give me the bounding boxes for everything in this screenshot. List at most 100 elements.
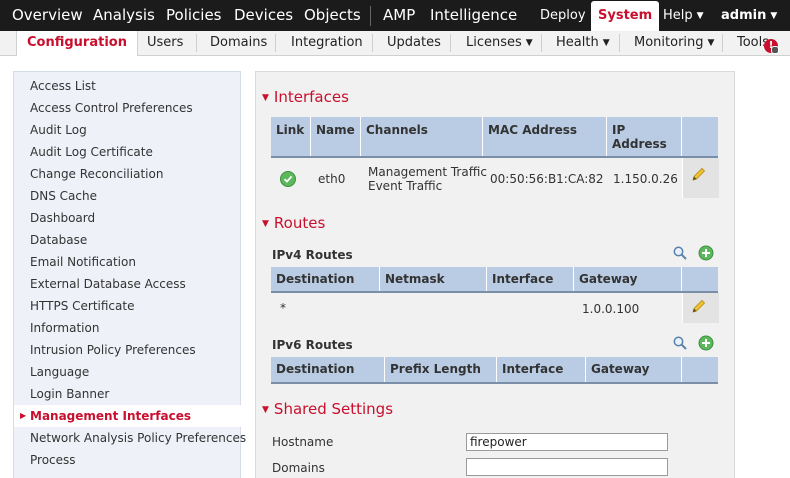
column-header-actions (682, 267, 718, 291)
nav-policies[interactable]: Policies (166, 0, 221, 31)
ipv4-routes-title: IPv4 Routes (272, 248, 353, 262)
sidebar-item-access-list[interactable]: Access List (14, 75, 240, 97)
sidebar-item-change-reconciliation[interactable]: Change Reconciliation (14, 163, 240, 185)
interface-ip-address: 1.150.0.26 (613, 172, 678, 186)
column-header-gateway: Gateway (586, 357, 682, 382)
tab-monitoring-label: Monitoring (634, 35, 704, 50)
nav-intelligence[interactable]: Intelligence (430, 0, 517, 31)
tab-monitoring[interactable]: Monitoring ▼ (634, 31, 714, 55)
tab-divider (275, 34, 276, 52)
column-header-actions (682, 117, 718, 156)
sidebar-item-dns-cache[interactable]: DNS Cache (14, 185, 240, 207)
link-up-check-icon (280, 171, 296, 187)
domains-label: Domains (272, 461, 325, 475)
sidebar-item-label: Management Interfaces (30, 409, 192, 423)
add-icon[interactable] (698, 335, 714, 351)
ipv4-route-row: * 1.0.0.100 (271, 293, 719, 323)
search-icon[interactable] (672, 245, 688, 261)
column-header-ip-address: IP Address (607, 117, 682, 156)
chevron-down-icon: ▼ (602, 38, 610, 48)
tab-users[interactable]: Users (147, 31, 183, 55)
help-menu[interactable]: Help ▼ (663, 0, 704, 31)
ipv6-routes-table-header: Destination Prefix Length Interface Gate… (271, 357, 718, 384)
sidebar-item-audit-log-certificate[interactable]: Audit Log Certificate (14, 141, 240, 163)
sidebar-item-email-notification[interactable]: Email Notification (14, 251, 240, 273)
interfaces-table-row: eth0 Management Traffic Event Traffic 00… (271, 158, 719, 198)
nav-amp[interactable]: AMP (383, 0, 415, 31)
sidebar-item-database[interactable]: Database (14, 229, 240, 251)
add-icon[interactable] (698, 245, 714, 261)
interface-channel: Event Traffic (368, 179, 443, 193)
sidebar-item-language[interactable]: Language (14, 361, 240, 383)
interfaces-section-toggle[interactable]: ▼ Interfaces (262, 88, 349, 106)
deploy-button[interactable]: Deploy (540, 0, 586, 31)
sidebar: Access List Access Control Preferences A… (13, 71, 246, 478)
nav-analysis[interactable]: Analysis (93, 0, 155, 31)
shared-settings-section-toggle[interactable]: ▼ Shared Settings (262, 400, 393, 418)
sidebar-item-process[interactable]: Process (14, 449, 240, 471)
collapse-triangle-icon: ▼ (262, 405, 269, 415)
route-gateway: 1.0.0.100 (582, 302, 640, 316)
column-header-mac-address: MAC Address (483, 117, 607, 156)
tab-licenses[interactable]: Licenses ▼ (466, 31, 533, 55)
column-header-link: Link (271, 117, 311, 156)
chevron-down-icon: ▼ (525, 38, 533, 48)
hostname-label: Hostname (272, 435, 334, 449)
shared-settings-title: Shared Settings (273, 400, 394, 418)
search-icon[interactable] (672, 335, 688, 351)
nav-objects[interactable]: Objects (304, 0, 361, 31)
top-navigation-bar: Overview Analysis Policies Devices Objec… (0, 0, 790, 31)
sidebar-item-management-interfaces[interactable]: ▶ Management Interfaces (14, 405, 241, 427)
sidebar-item-information[interactable]: Information (14, 317, 240, 339)
user-menu[interactable]: admin ▼ (721, 0, 777, 31)
nav-devices[interactable]: Devices (234, 0, 293, 31)
alert-badge-icon[interactable]: ! (764, 39, 779, 54)
interfaces-title: Interfaces (273, 88, 349, 106)
sidebar-item-audit-log[interactable]: Audit Log (14, 119, 240, 141)
tab-divider (450, 34, 451, 52)
edit-interface-button[interactable] (682, 158, 719, 198)
column-header-destination: Destination (271, 357, 385, 382)
nav-system[interactable]: System (591, 1, 660, 31)
column-header-prefix-length: Prefix Length (385, 357, 497, 382)
interface-mac-address: 00:50:56:B1:CA:82 (490, 172, 604, 186)
edit-route-button[interactable] (682, 293, 719, 323)
column-header-channels: Channels (361, 117, 483, 156)
tab-health-label: Health (556, 35, 599, 50)
hostname-input[interactable]: firepower (466, 433, 668, 451)
collapse-triangle-icon: ▼ (262, 93, 269, 103)
sidebar-item-login-banner[interactable]: Login Banner (14, 383, 240, 405)
tab-domains[interactable]: Domains (210, 31, 267, 55)
sidebar-item-external-database-access[interactable]: External Database Access (14, 273, 240, 295)
pencil-icon (692, 299, 706, 313)
routes-section-toggle[interactable]: ▼ Routes (262, 214, 325, 232)
interface-name: eth0 (318, 172, 346, 186)
tab-licenses-label: Licenses (466, 35, 522, 50)
domains-input[interactable] (466, 458, 668, 476)
tab-updates[interactable]: Updates (387, 31, 441, 55)
tab-divider (372, 34, 373, 52)
column-header-netmask: Netmask (380, 267, 487, 291)
tab-health[interactable]: Health ▼ (556, 31, 610, 55)
chevron-down-icon: ▼ (707, 38, 715, 48)
tab-integration[interactable]: Integration (291, 31, 363, 55)
ipv4-routes-table-header: Destination Netmask Interface Gateway (271, 267, 718, 293)
column-header-actions (682, 357, 718, 382)
collapse-triangle-icon: ▼ (262, 219, 269, 229)
tab-configuration[interactable]: Configuration (16, 31, 138, 56)
nav-overview[interactable]: Overview (12, 0, 83, 31)
sidebar-item-intrusion-policy-preferences[interactable]: Intrusion Policy Preferences (14, 339, 240, 361)
column-header-gateway: Gateway (574, 267, 682, 291)
caret-right-icon: ▶ (20, 411, 27, 420)
sidebar-item-access-control-preferences[interactable]: Access Control Preferences (14, 97, 240, 119)
column-header-name: Name (311, 117, 361, 156)
sub-navigation-bar: Configuration Users Domains Integration … (0, 31, 790, 56)
routes-title: Routes (273, 214, 326, 232)
tab-divider (541, 34, 542, 52)
sidebar-item-network-analysis-policy-preferences[interactable]: Network Analysis Policy Preferences (14, 427, 246, 449)
sidebar-item-dashboard[interactable]: Dashboard (14, 207, 240, 229)
column-header-destination: Destination (271, 267, 380, 291)
sidebar-item-https-certificate[interactable]: HTTPS Certificate (14, 295, 240, 317)
column-header-interface: Interface (497, 357, 586, 382)
tab-divider (196, 34, 197, 52)
